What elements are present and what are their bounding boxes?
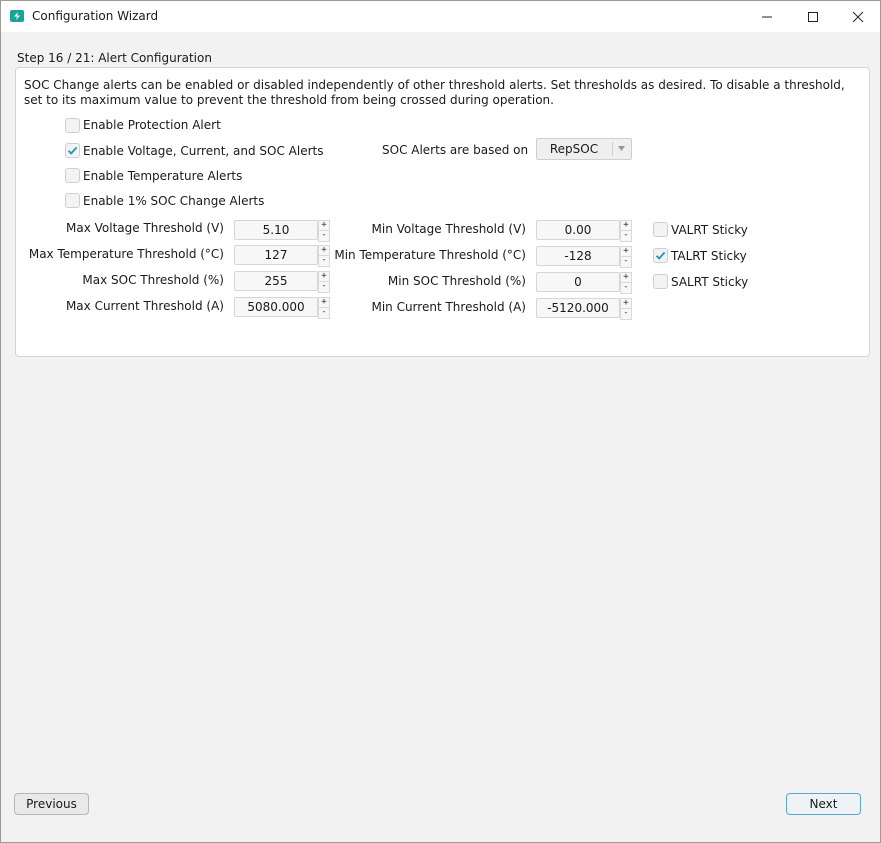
next-button[interactable]: Next [786, 793, 861, 815]
battery-charge-icon [10, 10, 24, 22]
window-title: Configuration Wizard [32, 9, 159, 23]
checkmark-icon [67, 146, 78, 155]
soc-change-alerts-checkbox[interactable] [65, 193, 80, 208]
min-soc-decrement[interactable]: - [620, 282, 632, 294]
minimize-button[interactable] [744, 1, 790, 32]
max-current-input[interactable]: 5080.000 [234, 297, 318, 317]
max-soc-input[interactable]: 255 [234, 271, 318, 291]
min-voltage-label: Min Voltage Threshold (V) [371, 222, 526, 236]
max-soc-label: Max SOC Threshold (%) [82, 273, 224, 287]
maximize-icon [808, 12, 818, 22]
maximize-button[interactable] [790, 1, 836, 32]
min-temperature-decrement[interactable]: - [620, 256, 632, 268]
valrt-sticky-label: VALRT Sticky [671, 223, 748, 237]
voltage-current-soc-alerts-label: Enable Voltage, Current, and SOC Alerts [83, 144, 324, 158]
configuration-wizard-window: Configuration Wizard Step 16 / 21: Alert… [0, 0, 881, 843]
checkmark-icon [655, 251, 666, 260]
previous-button[interactable]: Previous [14, 793, 89, 815]
soc-basis-label: SOC Alerts are based on [382, 143, 529, 157]
max-temperature-label: Max Temperature Threshold (°C) [28, 247, 224, 261]
min-voltage-input[interactable]: 0.00 [536, 220, 620, 240]
soc-basis-value: RepSOC [549, 142, 599, 156]
close-button[interactable] [835, 1, 880, 32]
max-current-label: Max Current Threshold (A) [65, 299, 224, 313]
max-voltage-input[interactable]: 5.10 [234, 220, 318, 240]
step-label: Step 16 / 21: Alert Configuration [17, 51, 212, 65]
valrt-sticky-checkbox[interactable] [653, 222, 668, 237]
max-temperature-input[interactable]: 127 [234, 245, 318, 265]
salrt-sticky-label: SALRT Sticky [671, 275, 749, 289]
talrt-sticky-checkbox[interactable] [653, 248, 668, 263]
temperature-alerts-label: Enable Temperature Alerts [83, 169, 243, 183]
close-icon [852, 11, 864, 23]
description-text: SOC Change alerts can be enabled or disa… [24, 78, 845, 107]
min-current-decrement[interactable]: - [620, 308, 632, 320]
max-voltage-label: Max Voltage Threshold (V) [66, 221, 224, 235]
min-temperature-label: Min Temperature Threshold (°C) [334, 248, 526, 262]
voltage-current-soc-alerts-checkbox[interactable] [65, 143, 80, 158]
temperature-alerts-checkbox[interactable] [65, 168, 80, 183]
protection-alert-checkbox[interactable] [65, 118, 80, 133]
min-temperature-input[interactable]: -128 [536, 246, 620, 266]
dropdown-separator [612, 142, 613, 156]
min-current-label: Min Current Threshold (A) [371, 300, 526, 314]
title-bar: Configuration Wizard [1, 1, 880, 32]
talrt-sticky-label: TALRT Sticky [671, 249, 747, 263]
soc-basis-dropdown[interactable]: RepSOC [536, 138, 632, 160]
dropdown-arrow-icon [618, 146, 625, 151]
min-soc-label: Min SOC Threshold (%) [387, 274, 526, 288]
soc-change-alerts-label: Enable 1% SOC Change Alerts [83, 194, 265, 208]
protection-alert-label: Enable Protection Alert [83, 118, 221, 132]
salrt-sticky-checkbox[interactable] [653, 274, 668, 289]
min-voltage-decrement[interactable]: - [620, 230, 632, 242]
minimize-icon [762, 16, 772, 18]
alert-configuration-panel: SOC Change alerts can be enabled or disa… [15, 67, 870, 357]
min-soc-input[interactable]: 0 [536, 272, 620, 292]
min-current-input[interactable]: -5120.000 [536, 298, 620, 318]
